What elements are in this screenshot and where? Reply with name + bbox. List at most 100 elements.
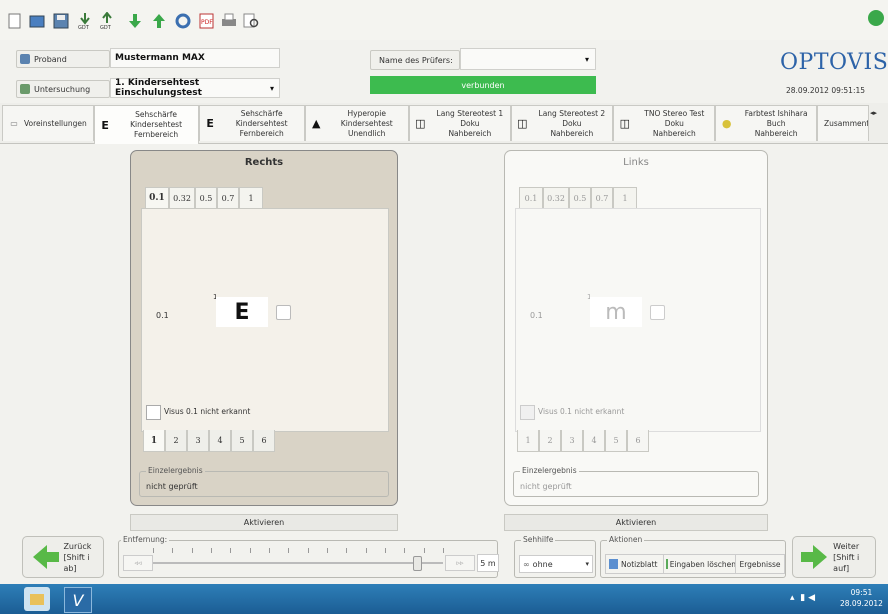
visus-tab[interactable]: 0.32 <box>169 187 195 208</box>
number-tab[interactable]: 2 <box>165 430 187 452</box>
back-button[interactable]: Zurück [Shift i ab] <box>22 536 104 578</box>
slider-tick <box>211 548 212 553</box>
left-eye-panel: Links 0.1 0.32 0.5 0.7 1 0.1 1 m Visus 0… <box>504 150 768 506</box>
slider-tick <box>365 548 367 553</box>
visus-tab[interactable]: 1 <box>239 187 263 208</box>
number-tab[interactable]: 1 <box>517 430 539 452</box>
status-indicator-icon <box>868 10 884 26</box>
tab-hyperopie[interactable]: ▲ Hyperopie Kindersehtest Unendlich <box>305 105 409 141</box>
examiner-select[interactable]: ▾ <box>460 48 596 70</box>
number-tab[interactable]: 3 <box>561 430 583 452</box>
number-tab[interactable]: 6 <box>253 430 275 452</box>
exam-select[interactable]: 1. Kindersehtest Einschulungstest ▾ <box>110 78 280 98</box>
visus-tab[interactable]: 0.32 <box>543 187 569 208</box>
next-button[interactable]: Weiter [Shift i auf] <box>792 536 876 578</box>
tab-lang-stereo-2[interactable]: ◫ Lang Stereotest 2 Doku Nahbereich <box>511 105 613 141</box>
number-tab[interactable]: 4 <box>209 430 231 452</box>
not-recognized-checkbox[interactable] <box>146 405 161 420</box>
svg-text:GDT: GDT <box>100 25 112 30</box>
optovist-app-icon[interactable]: V <box>64 587 92 613</box>
tab-tno-stereo[interactable]: ◫ TNO Stereo Test Doku Nahbereich <box>613 105 715 141</box>
notizblatt-button[interactable]: Notizblatt <box>605 554 665 574</box>
tab-sehschaerfe-2[interactable]: E Sehschärfe Kindersehtest Fernbereich <box>199 105 305 141</box>
slider-tick <box>346 548 348 553</box>
new-file-icon[interactable] <box>6 12 24 30</box>
slider-tick <box>191 548 193 553</box>
distance-slider-thumb[interactable] <box>412 556 422 571</box>
number-tab[interactable]: 6 <box>627 430 649 452</box>
panel-title: Links <box>623 157 649 168</box>
results-button[interactable]: Ergebnisse <box>735 554 785 574</box>
patient-button[interactable]: Proband <box>16 50 110 68</box>
visus-tab[interactable]: 0.7 <box>217 187 239 208</box>
clock-time: 09:51 <box>850 588 873 597</box>
sehhilfe-select[interactable]: ∞ ohne ▾ <box>519 555 593 573</box>
tab-label: Lang Stereotest 1 Doku Nahbereich <box>430 109 510 139</box>
clear-inputs-button[interactable]: Eingaben löschen <box>663 554 737 574</box>
patient-name-field[interactable]: Mustermann MAX <box>110 48 280 68</box>
refresh-icon[interactable] <box>174 12 192 30</box>
settings-icon: ▭ <box>10 119 18 128</box>
visus-tab[interactable]: 0.1 <box>145 187 169 208</box>
activate-right-button[interactable]: Aktivieren <box>130 514 398 531</box>
number-tab[interactable]: 4 <box>583 430 605 452</box>
distance-value-field[interactable]: 5 m <box>477 554 499 572</box>
arrow-left-icon <box>33 545 59 569</box>
tab-label: Farbtest Ishihara Buch Nahbereich <box>736 109 816 139</box>
number-tab[interactable]: 5 <box>605 430 627 452</box>
chevron-right-icon[interactable]: ▸ <box>874 109 878 137</box>
optotype-display: E <box>216 297 268 327</box>
visus-tab[interactable]: 0.5 <box>569 187 591 208</box>
next-shortcut: [Shift i auf] <box>833 552 860 573</box>
tab-farbtest[interactable]: ● Farbtest Ishihara Buch Nahbereich <box>715 105 817 141</box>
print-preview-icon[interactable] <box>242 12 260 30</box>
activate-left-button[interactable]: Aktivieren <box>504 514 768 531</box>
print-icon[interactable] <box>220 12 238 30</box>
tab-line1: Farbtest Ishihara Buch <box>744 108 808 128</box>
optotype-checkbox[interactable] <box>276 305 291 320</box>
tab-line1: TNO Stereo Test Doku <box>644 108 705 128</box>
visus-tab[interactable]: 1 <box>613 187 637 208</box>
tab-sehschaerfe-1[interactable]: E Sehschärfe Kindersehtest Fernbereich <box>94 105 199 144</box>
not-recognized-checkbox[interactable] <box>520 405 535 420</box>
download-gdt-icon[interactable]: GDT <box>76 12 94 30</box>
exam-button[interactable]: Untersuchung <box>16 80 110 98</box>
tab-line1: Sehschärfe Kindersehtest <box>130 110 183 129</box>
pdf-icon[interactable]: PDF <box>198 12 216 30</box>
upload-gdt-icon[interactable]: GDT <box>98 12 116 30</box>
visus-tab[interactable]: 0.7 <box>591 187 613 208</box>
not-recognized-label: Visus 0.1 nicht erkannt <box>164 407 251 416</box>
visus-tab[interactable]: 0.1 <box>519 187 543 208</box>
file-explorer-icon[interactable] <box>24 587 50 611</box>
visus-tab[interactable]: 0.5 <box>195 187 217 208</box>
card-icon: ◫ <box>415 117 426 130</box>
optotype-checkbox[interactable] <box>650 305 665 320</box>
patient-label: Proband <box>34 54 67 64</box>
clock[interactable]: 09:51 28.09.2012 <box>840 587 883 609</box>
number-tab[interactable]: 1 <box>143 430 165 452</box>
exam-icon <box>20 84 30 94</box>
arrow-down-icon[interactable] <box>126 12 144 30</box>
open-folder-icon[interactable] <box>28 12 46 30</box>
step-back-icon: ◃◃ <box>134 559 142 567</box>
network-icon[interactable]: ▮ <box>800 593 805 603</box>
step-forward-button[interactable]: ▹▹ <box>445 555 475 571</box>
number-tab[interactable]: 2 <box>539 430 561 452</box>
result-group: Einzelergebnis nicht geprüft <box>513 466 759 497</box>
tray-icons[interactable]: ▴ ▮ ◀ <box>790 593 815 603</box>
arrow-up-icon[interactable] <box>150 12 168 30</box>
tab-lang-stereo-1[interactable]: ◫ Lang Stereotest 1 Doku Nahbereich <box>409 105 511 141</box>
distance-slider-track[interactable] <box>153 562 443 564</box>
tab-zusammenfassung[interactable]: Zusammenfas <box>817 105 869 141</box>
toolbar: GDT GDT PDF <box>0 0 888 40</box>
step-back-button[interactable]: ◃◃ <box>123 555 153 571</box>
tray-arrow-icon[interactable]: ▴ <box>790 593 795 603</box>
panel-title: Rechts <box>244 157 284 168</box>
volume-icon[interactable]: ◀ <box>808 593 815 603</box>
slider-tick <box>404 548 406 553</box>
save-icon[interactable] <box>52 12 70 30</box>
tab-voreinstellungen[interactable]: ▭ Voreinstellungen <box>2 105 94 141</box>
tab-line2: Unendlich <box>348 128 386 138</box>
number-tab[interactable]: 3 <box>187 430 209 452</box>
number-tab[interactable]: 5 <box>231 430 253 452</box>
